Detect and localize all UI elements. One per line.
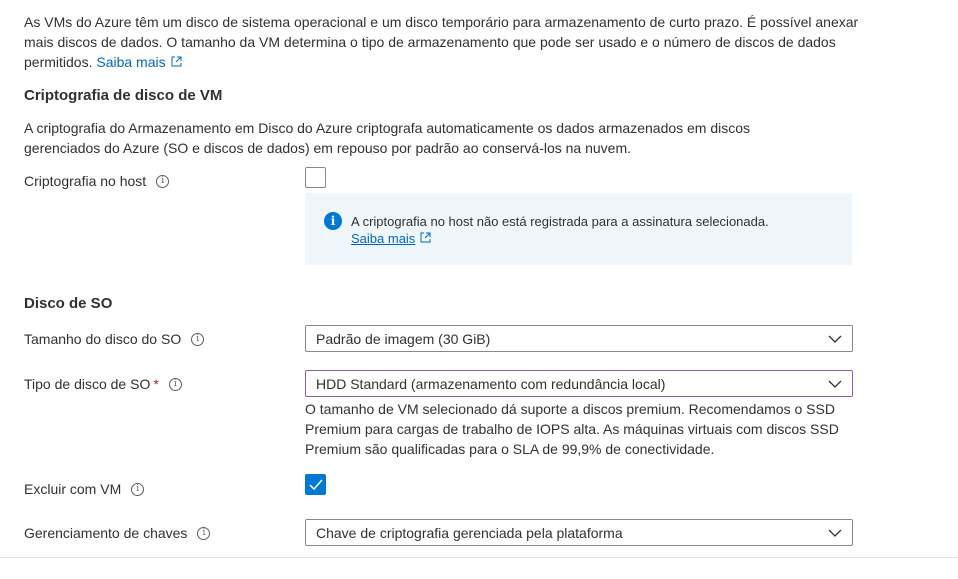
external-link-icon [420,232,431,243]
key-management-value: Chave de criptografia gerenciada pela pl… [316,524,623,541]
host-encryption-label: Criptografia no host i [24,173,170,189]
info-icon[interactable]: i [131,482,145,496]
os-disk-size-label: Tamanho do disco do SO i [24,331,205,347]
os-disk-type-dropdown[interactable]: HDD Standard (armazenamento com redundân… [305,370,853,397]
info-icon[interactable]: i [156,174,170,188]
os-disk-type-hint: O tamanho de VM selecionado dá suporte a… [305,401,839,457]
host-encryption-checkbox[interactable] [305,167,326,188]
os-disk-section-title: Disco de SO [24,295,113,312]
encryption-description: A criptografia do Armazenamento em Disco… [24,120,751,156]
info-icon[interactable]: i [197,526,211,540]
delete-with-vm-label: Excluir com VM i [24,481,145,497]
encryption-section-title: Criptografia de disco de VM [24,87,223,104]
info-banner: i A criptografia no host não está regist… [305,193,852,265]
divider [0,557,958,558]
required-mark: * [153,376,159,392]
os-disk-type-value: HDD Standard (armazenamento com redundân… [316,375,666,392]
key-management-dropdown[interactable]: Chave de criptografia gerenciada pela pl… [305,519,853,546]
info-message: A criptografia no host não está registra… [351,214,769,229]
info-filled-icon: i [324,212,342,230]
intro-learn-more-link[interactable]: Saiba mais [96,54,182,70]
os-disk-size-dropdown[interactable]: Padrão de imagem (30 GiB) [305,325,853,352]
os-disk-size-value: Padrão de imagem (30 GiB) [316,330,491,347]
intro-text: As VMs do Azure têm um disco de sistema … [24,12,864,72]
external-link-icon [171,56,182,67]
key-management-label: Gerenciamento de chaves i [24,525,211,541]
os-disk-type-label: Tipo de disco de SO * i [24,376,182,392]
chevron-down-icon [828,335,842,343]
info-learn-more-link[interactable]: Saiba mais [351,231,431,246]
info-icon[interactable]: i [168,377,182,391]
chevron-down-icon [828,529,842,537]
info-icon[interactable]: i [191,332,205,346]
delete-with-vm-checkbox[interactable] [305,474,326,495]
checkmark-icon [308,479,323,490]
chevron-down-icon [828,380,842,388]
